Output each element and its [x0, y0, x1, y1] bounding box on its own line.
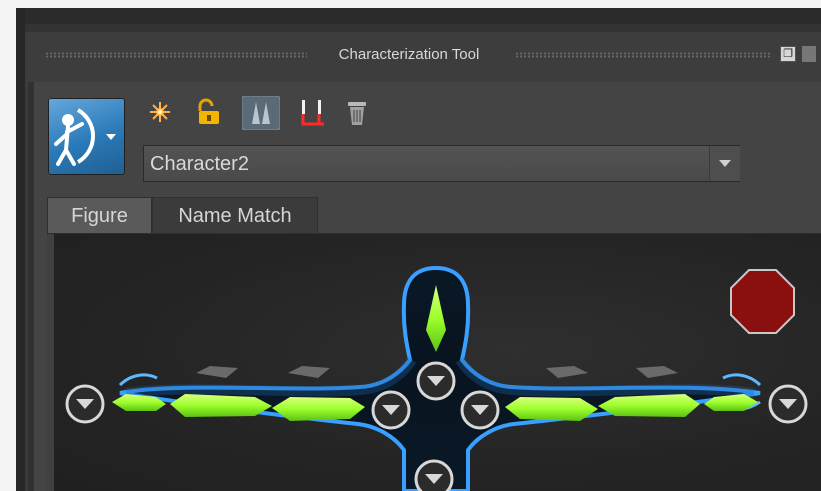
effector-right-shoulder[interactable] — [460, 390, 500, 430]
left-forearm-roll[interactable] — [196, 366, 238, 378]
effector-neck[interactable] — [416, 361, 456, 401]
stop-icon[interactable] — [730, 269, 795, 334]
left-upperarm-bone[interactable] — [272, 397, 365, 421]
right-arm-roll[interactable] — [546, 366, 588, 378]
left-arm-roll[interactable] — [288, 366, 330, 378]
right-forearm-roll[interactable] — [636, 366, 678, 378]
right-upperarm-bone[interactable] — [505, 397, 598, 421]
effector-left-shoulder[interactable] — [371, 390, 411, 430]
effector-right-hand[interactable] — [768, 384, 808, 424]
effector-chest[interactable] — [414, 459, 454, 491]
effector-left-hand[interactable] — [65, 384, 105, 424]
figure-overlay — [65, 265, 808, 491]
